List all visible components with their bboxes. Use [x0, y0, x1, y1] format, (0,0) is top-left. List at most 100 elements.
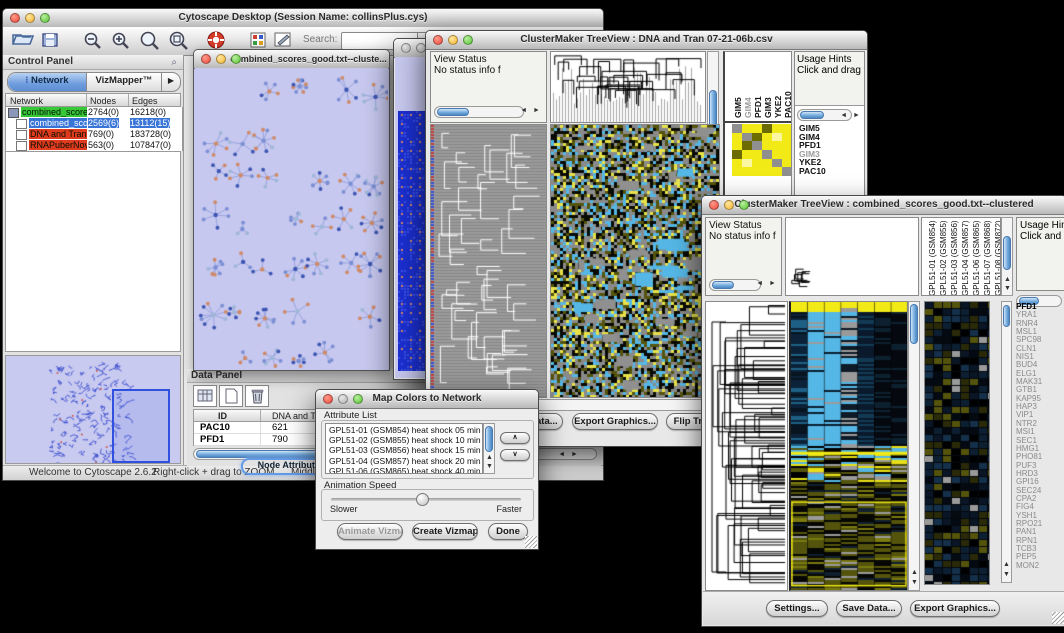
network-tree-area[interactable]	[5, 151, 181, 352]
tv1-status-scrollbar[interactable]	[434, 106, 524, 118]
move-attribute-up-button[interactable]: ∧	[500, 432, 530, 444]
attribute-list-vscrollbar[interactable]: ▲ ▼	[483, 423, 495, 474]
minimize-button[interactable]	[724, 200, 734, 210]
network-row[interactable]: DNA and Tran 07769(0)183728(0)	[6, 129, 182, 140]
zoom-in-icon	[114, 34, 129, 49]
minimize-button[interactable]	[338, 394, 348, 404]
animate-vizmap-button[interactable]: Animate Vizmap	[337, 523, 403, 540]
close-button[interactable]	[201, 54, 211, 64]
edges-count: 183728(0)	[130, 129, 171, 139]
tv2-settings-button[interactable]: Settings...	[766, 600, 828, 617]
attribute-item[interactable]: GPL51-06 (GSM865) heat shock 40 min	[329, 466, 479, 474]
tv2-collabels-vscrollbar[interactable]: ▲ ▼	[1001, 217, 1013, 296]
tv2-heatmap[interactable]	[789, 301, 908, 591]
scroll-arrows[interactable]: ◄ ►	[756, 279, 778, 289]
matrix-cell	[752, 150, 762, 159]
resize-grip[interactable]	[525, 536, 537, 548]
close-button[interactable]	[433, 35, 443, 45]
matrix-cell	[732, 150, 742, 159]
dialog-title-bar[interactable]: Map Colors to Network	[316, 390, 538, 409]
treeview2-title: ClusterMaker TreeView : combined_scores_…	[734, 199, 1033, 210]
tv1-export-graphics-button[interactable]: Export Graphics...	[572, 413, 658, 430]
nodes-count: 769(0)	[88, 129, 114, 139]
scroll-up-arrow[interactable]: ▲	[1003, 560, 1010, 570]
tv2-zoom-heatmap[interactable]	[924, 301, 990, 585]
gene-label[interactable]: MON2	[1016, 562, 1064, 570]
attribute-item[interactable]: GPL51-03 (GSM856) heat shock 15 min	[329, 445, 479, 455]
overview-viewport-rect[interactable]	[112, 389, 170, 463]
zoom-button[interactable]	[353, 394, 363, 404]
zoom-button[interactable]	[739, 200, 749, 210]
gene-value: 790	[272, 434, 288, 445]
new-attribute-icon[interactable]	[219, 385, 243, 407]
attribute-item[interactable]: GPL51-04 (GSM857) heat shock 20 min	[329, 456, 479, 466]
matrix-cell	[772, 124, 782, 133]
zoom-button[interactable]	[231, 54, 241, 64]
close-button[interactable]	[10, 13, 20, 23]
tv1-heatmap[interactable]	[550, 124, 720, 398]
attribute-item[interactable]: GPL51-02 (GSM855) heat shock 10 min	[329, 435, 479, 445]
attribute-item[interactable]: GPL51-01 (GSM854) heat shock 05 min	[329, 425, 479, 435]
minimize-button[interactable]	[216, 54, 226, 64]
zoom-button[interactable]	[463, 35, 473, 45]
table-view-icon[interactable]	[193, 385, 217, 407]
network-view-title-bar[interactable]: combined_scores_good.txt--cluste...	[194, 50, 389, 69]
treeview2-title-bar[interactable]: ClusterMaker TreeView : combined_scores_…	[702, 196, 1064, 215]
matrix-cell	[732, 167, 742, 176]
move-attribute-down-button[interactable]: ∨	[500, 449, 530, 461]
delete-attribute-icon[interactable]	[245, 385, 269, 407]
close-button[interactable]	[323, 394, 333, 404]
view-status-label: View Status	[434, 54, 543, 65]
close-button[interactable]	[709, 200, 719, 210]
tv2-status-scrollbar[interactable]	[709, 279, 761, 291]
tv1-column-dendrogram[interactable]	[550, 51, 706, 123]
scroll-down-arrow[interactable]: ▼	[1004, 284, 1011, 294]
tv2-save-data-button[interactable]: Save Data...	[836, 600, 902, 617]
zoom-button[interactable]	[40, 13, 50, 23]
scroll-up-arrow[interactable]: ▲	[911, 568, 918, 578]
tv2-genelist-vscrollbar[interactable]: ▲ ▼	[1001, 301, 1012, 583]
treeview2-window: ClusterMaker TreeView : combined_scores_…	[701, 195, 1064, 627]
scroll-down-arrow[interactable]: ▼	[911, 578, 918, 588]
matrix-cell	[732, 133, 742, 142]
tabs-overflow-arrow[interactable]: ▶	[162, 73, 180, 91]
tab-vizmapper[interactable]: VizMapper™	[87, 73, 162, 91]
tv2-heatmap-vscrollbar[interactable]: ▲ ▼	[908, 301, 920, 591]
tv2-export-graphics-button[interactable]: Export Graphics...	[910, 600, 1000, 617]
scroll-down-arrow[interactable]: ▼	[1003, 570, 1010, 580]
scroll-down-arrow[interactable]: ▼	[486, 462, 493, 472]
network-row[interactable]: combined_scores2764(0)16218(0)	[6, 107, 182, 118]
array-column-label: GPL51-03 (GSM856)	[950, 218, 959, 296]
tv1-similarity-matrix[interactable]	[732, 124, 792, 176]
nodes-count: 2569(6)	[88, 118, 119, 128]
scroll-arrows[interactable]: ◄ ►	[558, 450, 580, 460]
network-row[interactable]: RNAPuberNov2+563(0)107847(0)	[6, 140, 182, 151]
cluster-column-label: YKE2	[773, 58, 783, 118]
main-title-bar[interactable]: Cytoscape Desktop (Session Name: collins…	[3, 9, 603, 28]
network-canvas[interactable]	[195, 68, 388, 369]
scroll-arrows[interactable]: ◄ ►	[520, 106, 542, 116]
create-vizmap-button[interactable]: Create Vizmap	[412, 523, 478, 540]
tv2-column-dendrogram[interactable]	[785, 217, 919, 296]
array-column-label: GPL51-07 (GSM868)	[983, 218, 992, 296]
float-panel-icon[interactable]: ⌕	[171, 56, 177, 70]
resize-grip[interactable]	[1052, 612, 1064, 624]
minimize-button[interactable]	[448, 35, 458, 45]
cluster-column-label: GIM3	[763, 58, 773, 118]
done-button[interactable]: Done	[488, 523, 528, 540]
network-list: combined_scores2764(0)16218(0)combined_s…	[5, 107, 183, 151]
network-row[interactable]: combined_sco2569(6)13112(15)	[6, 118, 182, 129]
faster-label: Faster	[496, 504, 522, 514]
treeview1-title-bar[interactable]: ClusterMaker TreeView : DNA and Tran 07-…	[426, 31, 867, 50]
minimize-button[interactable]	[25, 13, 35, 23]
scroll-arrows[interactable]: ◄ ►	[840, 111, 862, 121]
close-button[interactable]	[401, 43, 411, 53]
tv1-row-dendrogram[interactable]	[430, 124, 547, 398]
gene-id: PAC10	[200, 422, 230, 433]
tab-network[interactable]: ⁝ Network	[8, 73, 87, 91]
edges-count: 16218(0)	[130, 107, 166, 117]
speed-slider-thumb[interactable]	[416, 493, 429, 506]
tv2-row-dendrogram[interactable]	[705, 301, 788, 591]
attribute-list[interactable]: GPL51-01 (GSM854) heat shock 05 minGPL51…	[325, 423, 483, 474]
birdseye-overview[interactable]	[5, 355, 181, 464]
